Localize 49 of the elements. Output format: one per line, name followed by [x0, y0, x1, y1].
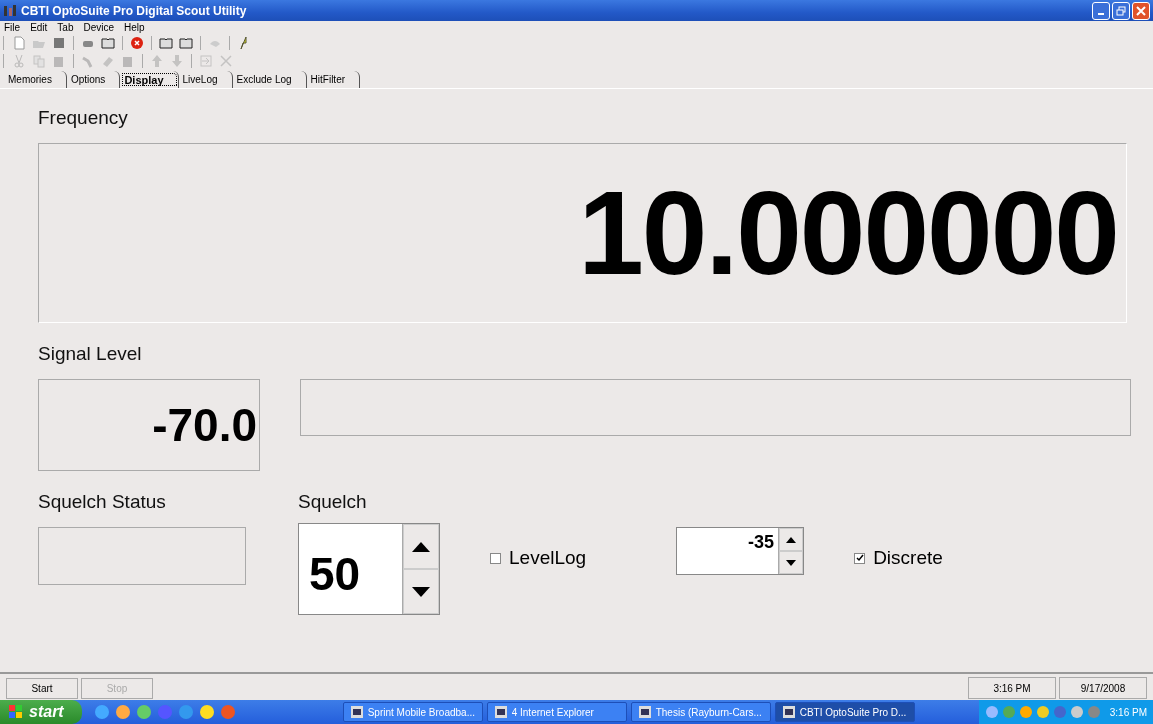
- down-arrow-icon: [412, 586, 430, 597]
- menu-item[interactable]: Device: [83, 22, 115, 33]
- frequency-label: Frequency: [38, 107, 129, 129]
- minimize-button[interactable]: [1092, 1, 1110, 20]
- app-icon: [781, 705, 796, 719]
- close-icon: [1136, 5, 1146, 16]
- app-icon: [349, 705, 364, 719]
- taskbar-button[interactable]: CBTI OptoSuite Pro D...: [774, 702, 915, 722]
- level-spinbox[interactable]: -35: [676, 527, 805, 575]
- menu-item[interactable]: Tab: [57, 22, 74, 33]
- increment-button[interactable]: [779, 528, 804, 551]
- app-icon: [637, 705, 652, 719]
- start-button[interactable]: start: [0, 700, 82, 724]
- discrete-checkbox[interactable]: Discrete: [854, 547, 943, 569]
- checkbox[interactable]: [854, 552, 866, 564]
- window-title: CBTI OptoSuite Pro Digital Scout Utility: [21, 3, 248, 18]
- tab[interactable]: Display: [120, 71, 179, 88]
- minimize-icon: [1098, 12, 1104, 15]
- restore-icon: [1116, 5, 1126, 16]
- checkbox[interactable]: [490, 552, 501, 564]
- menu-item[interactable]: Help: [124, 22, 145, 33]
- menu-item[interactable]: File: [4, 22, 21, 33]
- status-date: 9/17/2008: [1059, 677, 1147, 699]
- levellog-checkbox[interactable]: LevelLog: [490, 547, 587, 569]
- stop-icon[interactable]: [128, 34, 146, 52]
- app-icon: [3, 3, 17, 18]
- status-time: 3:16 PM: [968, 677, 1056, 699]
- decrement-button[interactable]: [779, 551, 804, 574]
- taskbar-button[interactable]: Sprint Mobile Broadba...: [342, 702, 483, 722]
- decrement-button[interactable]: [403, 569, 439, 614]
- windows-flag-icon: [8, 704, 24, 720]
- action-button[interactable]: Start: [6, 677, 78, 699]
- taskbar-button[interactable]: 4 Internet Explorer: [486, 702, 627, 722]
- signal-reading: -70.0: [38, 379, 260, 471]
- increment-button[interactable]: [403, 524, 439, 569]
- restore-button[interactable]: [1112, 1, 1130, 20]
- squelch-spinbox[interactable]: 50: [298, 523, 440, 615]
- close-button[interactable]: [1132, 1, 1150, 20]
- squelch-status-label: Squelch Status: [38, 491, 167, 513]
- squelch-label: Squelch: [298, 491, 368, 513]
- up-arrow-icon: [786, 536, 797, 543]
- app-icon: [493, 705, 508, 719]
- clock: 3:16 PM: [1109, 706, 1147, 718]
- menu-item[interactable]: Edit: [30, 22, 48, 33]
- signal-level-label: Signal Level: [38, 343, 143, 365]
- frequency-display: 10.000000: [38, 143, 1127, 323]
- taskbar-button[interactable]: Thesis (Rayburn-Cars...: [630, 702, 771, 722]
- down-arrow-icon: [786, 559, 797, 566]
- up-arrow-icon: [412, 541, 430, 552]
